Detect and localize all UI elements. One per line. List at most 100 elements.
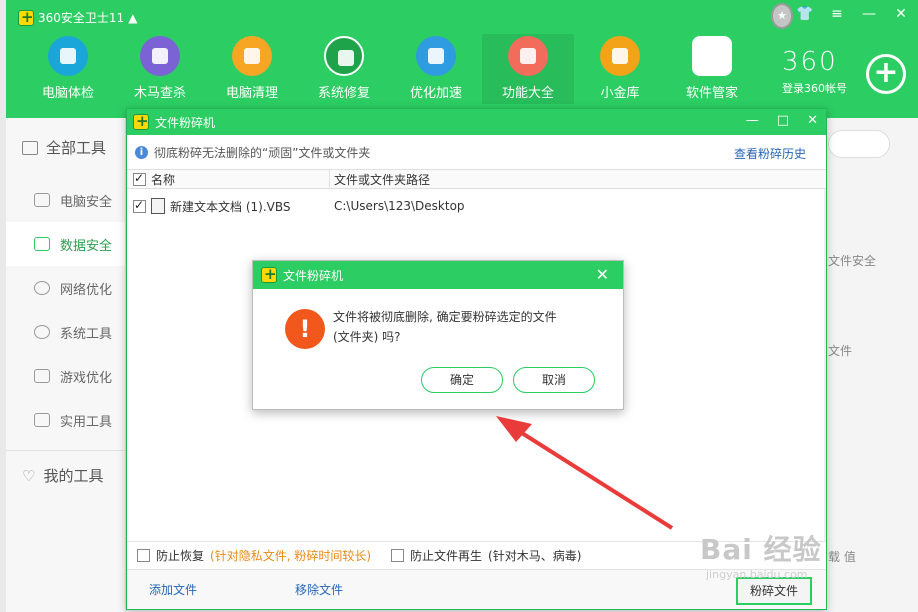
globe-icon (34, 281, 50, 295)
logo-icon (18, 8, 34, 26)
monitor-icon (34, 193, 50, 207)
baidu-watermark: Bai 经验 (700, 533, 822, 566)
toolbox-icon (22, 141, 38, 155)
sidebar-head[interactable]: 全部工具 (6, 118, 125, 178)
grid-icon (508, 36, 548, 76)
info-icon: i (135, 145, 148, 159)
sidebar-my-tools[interactable]: ♡ 我的工具 (6, 450, 125, 500)
monitor-icon (48, 36, 88, 76)
nav-item-wallet[interactable]: 小金库 (574, 34, 666, 104)
confirm-message: 文件将被彻底删除, 确定要粉碎选定的文件 (文件夹) 吗? (333, 307, 573, 347)
menu-icon[interactable]: ≡ (828, 6, 846, 22)
nav-label: 电脑体检 (41, 86, 94, 101)
sidebar: 全部工具 电脑安全 数据安全 网络优化 系统工具 游戏优化 实用工具 ♡ 我的工 (6, 118, 126, 612)
gamepad-icon (34, 369, 50, 383)
file-path: C:\Users\123\Desktop (334, 199, 465, 213)
minimize-icon[interactable]: — (746, 113, 759, 128)
row-checkbox[interactable] (133, 198, 146, 213)
nav-item-trojan[interactable]: 木马查杀 (114, 34, 206, 104)
sidebar-item-utilities[interactable]: 实用工具 (6, 398, 125, 442)
table-header: 名称 文件或文件夹路径 (127, 169, 826, 189)
nav-label: 系统修复 (317, 86, 370, 101)
sidebar-item-system-tools[interactable]: 系统工具 (6, 310, 125, 354)
prevent-recovery-checkbox[interactable] (137, 549, 150, 562)
logo-icon (133, 112, 149, 130)
skin-icon[interactable]: 👕 (796, 6, 814, 22)
nav-item-checkup[interactable]: 电脑体检 (22, 34, 114, 104)
login-link[interactable]: 登录360帐号 (782, 80, 847, 96)
nav-item-repair[interactable]: 系统修复 (298, 34, 390, 104)
prevent-regen-label: 防止文件再生 (410, 549, 483, 563)
money-bag-icon (600, 36, 640, 76)
nav-label: 功能大全 (501, 86, 554, 101)
sidebar-item-data-security[interactable]: 数据安全 (6, 222, 125, 266)
upgrade-arrow-icon[interactable]: ▲ (128, 11, 137, 25)
sidebar-item-game[interactable]: 游戏优化 (6, 354, 125, 398)
row-name-cell: 新建文本文档 (1).VBS (127, 189, 330, 223)
sidebar-item-label: 系统工具 (60, 326, 113, 342)
prevent-recovery-option[interactable]: 防止恢复 (针对隐私文件, 粉碎时间较长) (137, 547, 371, 564)
column-path-header: 文件或文件夹路径 (334, 172, 431, 187)
prevent-regen-option[interactable]: 防止文件再生 (针对木马、病毒) (391, 547, 581, 564)
brand-area: 360 登录360帐号 (782, 48, 847, 96)
shield-icon (324, 36, 364, 76)
confirm-dialog: 文件粉碎机 ✕ ! 文件将被彻底删除, 确定要粉碎选定的文件 (文件夹) 吗? … (252, 260, 624, 410)
nav-item-clean[interactable]: 电脑清理 (206, 34, 298, 104)
prevent-recovery-label: 防止恢复 (156, 549, 205, 563)
ok-button[interactable]: 确定 (421, 367, 503, 393)
maximize-icon[interactable]: □ (777, 113, 789, 128)
medal-icon[interactable]: ★ (771, 3, 793, 29)
prevent-regen-checkbox[interactable] (391, 549, 405, 562)
sidebar-item-label: 数据安全 (60, 238, 113, 254)
shredder-title-bar: 文件粉碎机 — □ ✕ (127, 109, 826, 135)
cancel-button[interactable]: 取消 (513, 367, 595, 393)
background-search-box[interactable] (828, 130, 890, 158)
sidebar-item-label: 电脑安全 (60, 194, 113, 210)
nav-item-speedup[interactable]: 优化加速 (390, 34, 482, 104)
brand-number: 360 (782, 47, 838, 77)
logo-icon (261, 265, 277, 283)
select-all-checkbox[interactable] (133, 171, 146, 186)
nav-item-software[interactable]: 软件管家 (666, 34, 758, 104)
confirm-message-line1: 文件将被彻底删除, 确定要粉碎选定的文件 (333, 310, 557, 324)
close-icon[interactable]: ✕ (596, 265, 609, 284)
flower-icon (692, 36, 732, 76)
wrench-icon (34, 413, 50, 427)
remove-file-link[interactable]: 移除文件 (295, 581, 343, 598)
shield-icon (34, 237, 50, 251)
app-title: 360安全卫士11 ▲ (18, 8, 137, 26)
prevent-regen-note: (针对木马、病毒) (488, 549, 582, 563)
column-name-label: 名称 (151, 172, 176, 187)
sidebar-item-label: 实用工具 (60, 414, 113, 430)
sidebar-item-label: 游戏优化 (60, 370, 113, 386)
scrollbar[interactable] (824, 189, 826, 541)
close-icon[interactable]: ✕ (807, 113, 818, 128)
sidebar-head-label: 全部工具 (46, 139, 107, 157)
file-name: 新建文本文档 (1).VBS (170, 199, 291, 214)
top-bar: 360安全卫士11 ▲ ★ 👕 ≡ — ✕ 电脑体检 木马查杀 电脑清理 (6, 0, 918, 118)
view-history-link[interactable]: 查看粉碎历史 (734, 145, 806, 162)
background-text: 载 值 (828, 550, 856, 564)
background-text: 文件安全 (828, 254, 877, 268)
info-text: 彻底粉碎无法删除的“顽固”文件或文件夹 (154, 145, 371, 160)
shred-files-button[interactable]: 粉碎文件 (736, 577, 812, 605)
add-file-link[interactable]: 添加文件 (149, 581, 197, 598)
dialog-controls: — □ ✕ (746, 113, 818, 128)
nav-label: 优化加速 (409, 86, 462, 101)
sidebar-item-pc-security[interactable]: 电脑安全 (6, 178, 125, 222)
main-nav: 电脑体检 木马查杀 电脑清理 系统修复 优化加速 功能大全 小金库 软件管家 (22, 34, 758, 104)
confirm-title-bar: 文件粉碎机 ✕ (253, 261, 623, 289)
minimize-icon[interactable]: — (860, 6, 878, 22)
heart-icon: ♡ (22, 466, 36, 485)
sidebar-item-network[interactable]: 网络优化 (6, 266, 125, 310)
sidebar-item-label: 网络优化 (60, 282, 113, 298)
table-row[interactable]: 新建文本文档 (1).VBS C:\Users\123\Desktop (127, 189, 826, 223)
nav-item-features[interactable]: 功能大全 (482, 34, 574, 104)
prevent-recovery-note: (针对隐私文件, 粉碎时间较长) (210, 549, 372, 563)
column-name-header: 名称 (127, 170, 330, 188)
horse-icon (140, 36, 180, 76)
confirm-title: 文件粉碎机 (283, 268, 344, 283)
add-circle-icon[interactable]: + (866, 54, 906, 94)
baidu-watermark-url: jingyan.baidu.com (706, 568, 808, 581)
close-icon[interactable]: ✕ (892, 6, 910, 22)
